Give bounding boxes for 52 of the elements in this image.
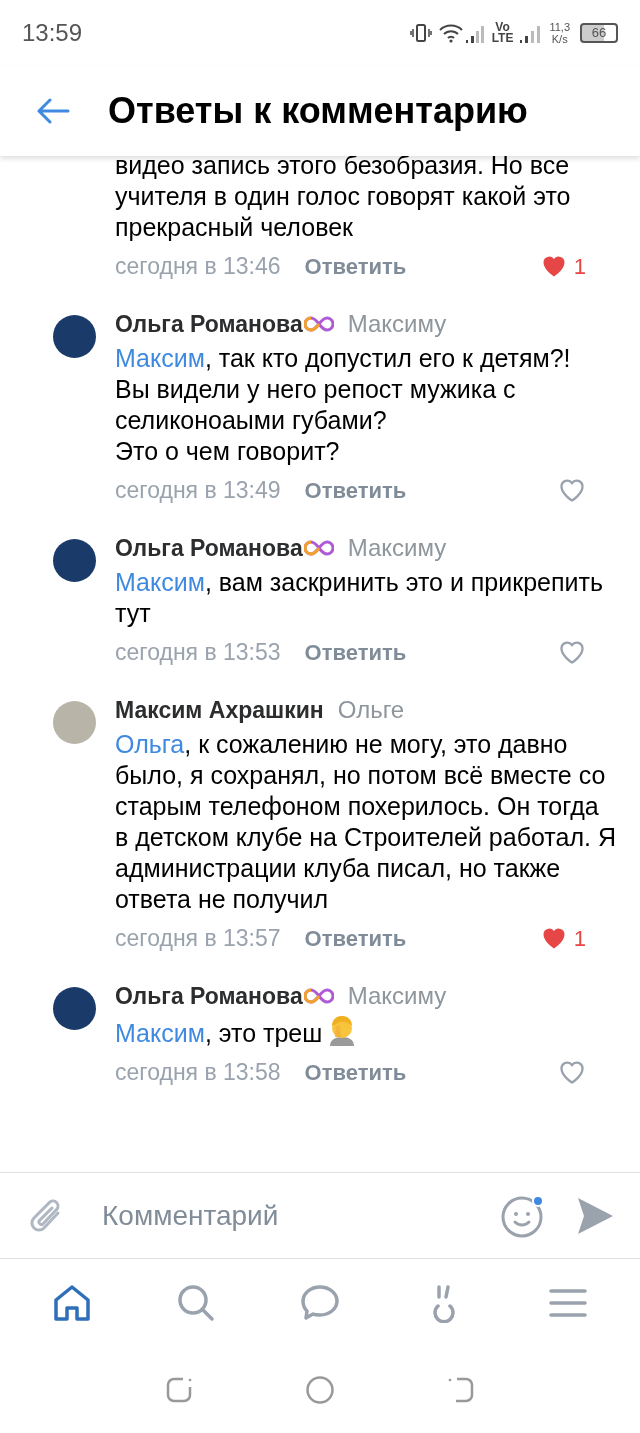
- avatar-photo[interactable]: [53, 987, 96, 1030]
- comment-time: сегодня в 13:49: [115, 475, 281, 505]
- chat-bubble-icon[interactable]: [300, 1283, 340, 1323]
- reply-target: Ольге: [337, 695, 405, 725]
- comment-time: сегодня в 13:46: [115, 251, 281, 281]
- comment-text: Максим, так кто допустил его к детям?! Вы видели у него репост мужика с селиконоаыми губами? Это о чем говорит?: [115, 343, 572, 467]
- speed-value: 11,3: [549, 21, 570, 33]
- reply-link[interactable]: Ответить: [304, 635, 407, 669]
- wifi-signal-icon: [437, 22, 486, 44]
- home-circle-icon[interactable]: [305, 1375, 335, 1405]
- mention-link[interactable]: Максим: [115, 1019, 205, 1047]
- heart-outline-icon[interactable]: [558, 638, 586, 666]
- author-name[interactable]: Ольга Романова: [115, 978, 303, 1014]
- speed-unit: K/s: [551, 33, 568, 45]
- mention-link[interactable]: Максим: [115, 344, 205, 372]
- reply-link[interactable]: Ответить: [304, 921, 407, 955]
- heart-outline-icon[interactable]: [558, 476, 586, 504]
- mention-link[interactable]: Максим: [115, 568, 205, 596]
- comment-text: видео запись этого безобразия. Но все учителя в один голос говорят какой это прекрасный человек: [115, 156, 572, 243]
- comment-text: Максим, это треш: [115, 1018, 323, 1049]
- back-arrow-icon: [36, 98, 70, 124]
- author-name[interactable]: Ольга Романова: [115, 530, 303, 566]
- back-button[interactable]: [36, 98, 70, 124]
- reply-link[interactable]: Ответить: [304, 1055, 407, 1089]
- like-button[interactable]: 1: [539, 249, 586, 283]
- author-name[interactable]: Максим Ахрашкин: [115, 692, 324, 728]
- comment-input-field[interactable]: Комментарий: [102, 1194, 500, 1237]
- battery-level: 66: [580, 23, 618, 43]
- reply-target: Максиму: [347, 533, 447, 563]
- comment-time: сегодня в 13:58: [115, 1057, 281, 1087]
- clock-time: 13:59: [22, 18, 83, 48]
- avatar-photo[interactable]: [53, 315, 96, 358]
- author-name[interactable]: Ольга Романова: [115, 306, 303, 342]
- comment-time: сегодня в 13:57: [115, 923, 281, 953]
- reply-link[interactable]: Ответить: [304, 473, 407, 507]
- lte-label: LTE: [491, 33, 514, 44]
- search-icon[interactable]: [176, 1283, 216, 1323]
- home-icon[interactable]: [52, 1283, 92, 1323]
- mention-link[interactable]: Ольга: [115, 730, 185, 758]
- avatar-photo[interactable]: [53, 539, 96, 582]
- send-icon[interactable]: [576, 1195, 614, 1236]
- screen-title: Ответы к комментарию: [108, 89, 528, 133]
- volte-label: Vo: [495, 22, 510, 33]
- reply-target: Максиму: [347, 981, 447, 1011]
- like-button[interactable]: 1: [539, 921, 586, 955]
- vibrate-icon: [409, 22, 432, 44]
- reply-link[interactable]: Ответить: [304, 249, 407, 283]
- reply-target: Максиму: [347, 309, 447, 339]
- comment-time: сегодня в 13:53: [115, 637, 281, 667]
- heart-outline-icon[interactable]: [558, 1058, 586, 1086]
- comment-text: Ольга, к сожалению не могу, это давно было, я сохранял, но потом всё вместе со старым телефоном похерилось. Он тогда в детском клубе на Строителей работал. Я администрации клуба писал, но также ответа не получил: [115, 729, 616, 915]
- comment-text: Максим, вам заскринить это и прикрепить тут: [115, 567, 604, 629]
